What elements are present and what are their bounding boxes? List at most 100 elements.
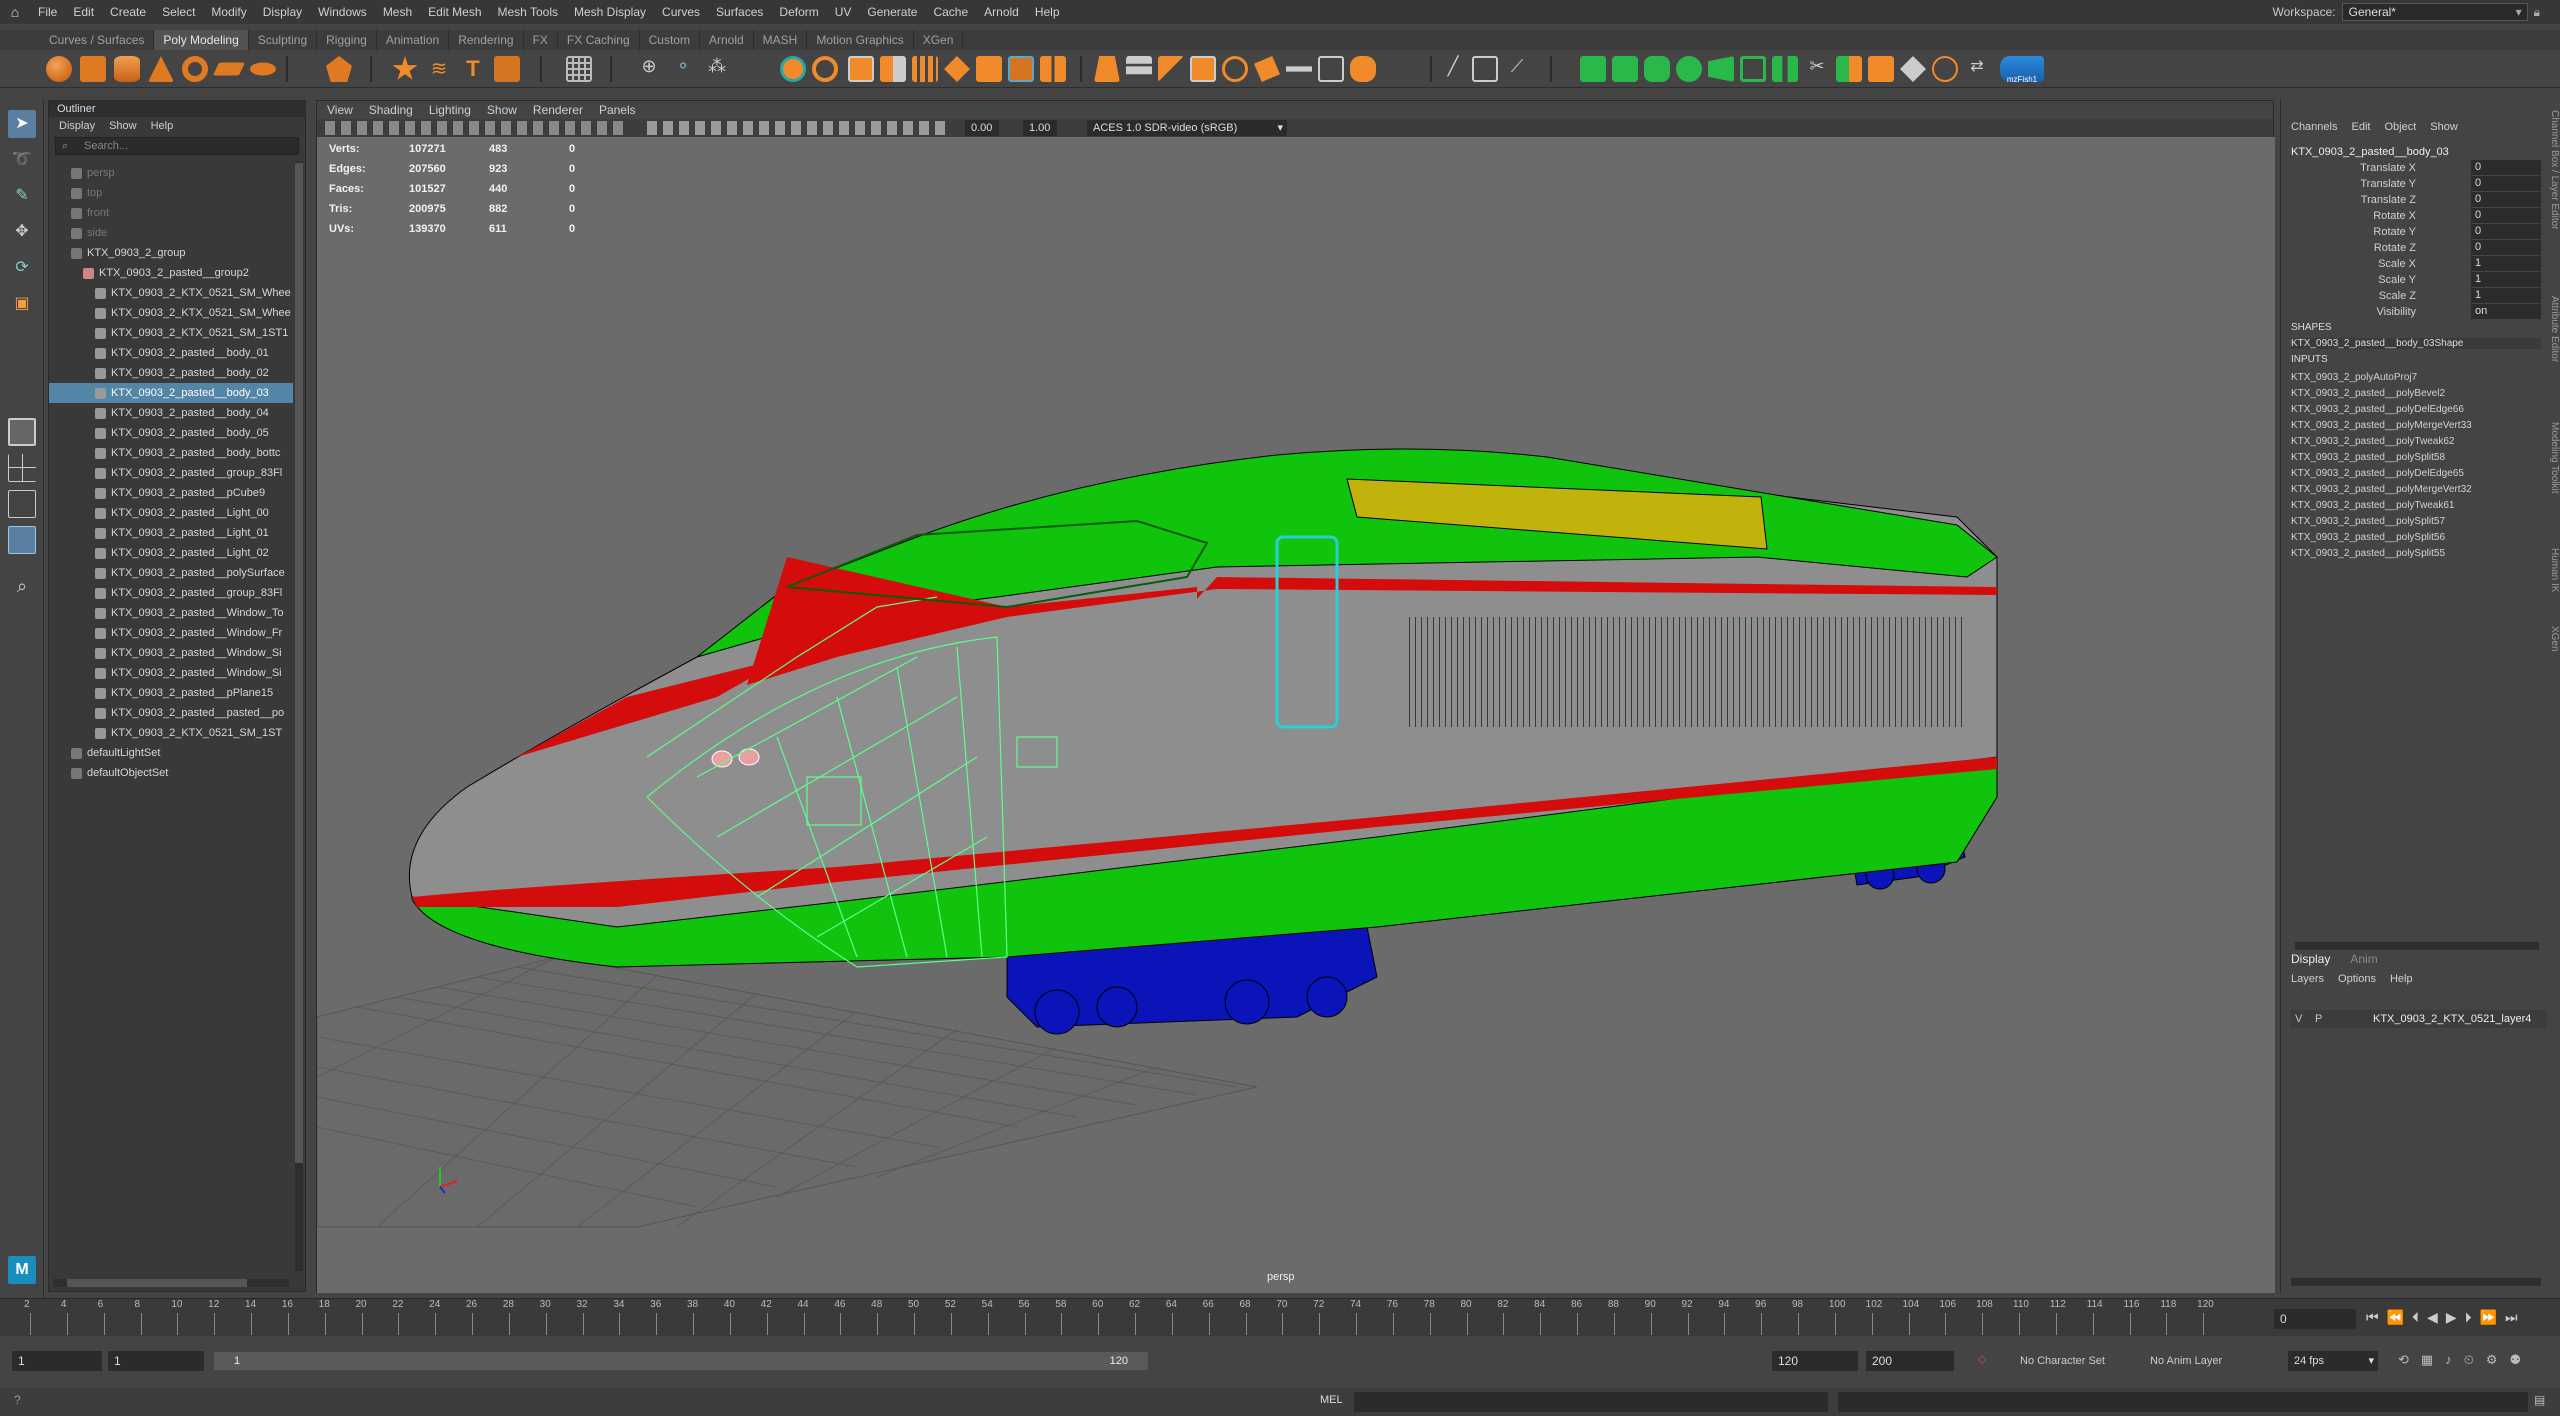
- shelf-tab-custom[interactable]: Custom: [640, 30, 700, 50]
- channel-value-field[interactable]: 1: [2471, 256, 2541, 271]
- outliner-item[interactable]: KTX_0903_2_pasted__Window_Si: [49, 643, 293, 663]
- input-node[interactable]: KTX_0903_2_polyAutoProj7: [2291, 370, 2417, 386]
- fill-hole-icon[interactable]: [912, 56, 938, 82]
- combine-icon[interactable]: ⊕: [636, 56, 662, 82]
- scale-tool-icon[interactable]: ▣: [8, 290, 36, 318]
- outliner-item[interactable]: persp: [49, 163, 293, 183]
- viewport-menu-show[interactable]: Show: [487, 101, 517, 119]
- 3d-viewport[interactable]: Verts: 107271 483 0 Edges: 207560 923 0 Faces: 10…: [317, 137, 2275, 1293]
- outliner-item[interactable]: KTX_0903_2_pasted__Window_To: [49, 603, 293, 623]
- channel-row[interactable]: Scale Y 1: [2281, 272, 2541, 288]
- uv-auto-icon[interactable]: [1708, 56, 1734, 82]
- outliner-item[interactable]: top: [49, 183, 293, 203]
- layout-icon[interactable]: [8, 490, 36, 518]
- uv-orient-icon[interactable]: [1868, 56, 1894, 82]
- go-end-icon[interactable]: ⏭: [2505, 1309, 2518, 1329]
- menu-mesh-display[interactable]: Mesh Display: [566, 0, 654, 24]
- channel-value-field[interactable]: 1: [2471, 272, 2541, 287]
- outliner-item[interactable]: defaultObjectSet: [49, 763, 293, 783]
- shape-name[interactable]: KTX_0903_2_pasted__body_03Shape: [2291, 338, 2541, 349]
- shelf-tab-motion-graphics[interactable]: Motion Graphics: [807, 30, 914, 50]
- start-frame-field[interactable]: 1: [12, 1351, 102, 1371]
- poly-cube-icon[interactable]: [80, 56, 106, 82]
- quadrangulate-icon[interactable]: [1190, 56, 1216, 82]
- outliner-menu-show[interactable]: Show: [109, 120, 137, 132]
- shelf-tab-poly-modeling[interactable]: Poly Modeling: [154, 30, 249, 50]
- channelbox-scroll[interactable]: [2295, 942, 2539, 950]
- layer-tab-display[interactable]: Display: [2291, 952, 2330, 970]
- menu-curves[interactable]: Curves: [654, 0, 708, 24]
- channel-row[interactable]: Visibility on: [2281, 304, 2541, 320]
- menu-generate[interactable]: Generate: [859, 0, 925, 24]
- outliner-scrollbar[interactable]: [295, 161, 303, 1271]
- outliner-item[interactable]: KTX_0903_2_pasted__body_bottc: [49, 443, 293, 463]
- layer-playback[interactable]: P: [2315, 1010, 2322, 1028]
- channel-value-field[interactable]: 0: [2471, 208, 2541, 223]
- collapse-icon[interactable]: [1286, 66, 1312, 72]
- menu-cache[interactable]: Cache: [925, 0, 976, 24]
- end-frame-field[interactable]: 200: [1866, 1351, 1954, 1371]
- channel-value-field[interactable]: 0: [2471, 192, 2541, 207]
- outliner-item[interactable]: KTX_0903_2_pasted__group2: [49, 263, 293, 283]
- menu-mesh-tools[interactable]: Mesh Tools: [490, 0, 566, 24]
- anim-layer-select[interactable]: No Anim Layer: [2150, 1351, 2280, 1371]
- outliner-item[interactable]: KTX_0903_2_pasted__Window_Fr: [49, 623, 293, 643]
- input-node[interactable]: KTX_0903_2_pasted__polyDelEdge66: [2291, 402, 2464, 418]
- input-node[interactable]: KTX_0903_2_pasted__polySplit56: [2291, 530, 2445, 546]
- playback-end-field[interactable]: 120: [1772, 1351, 1858, 1371]
- poly-sphere-icon[interactable]: [46, 56, 72, 82]
- input-node[interactable]: KTX_0903_2_pasted__polySplit57: [2291, 514, 2445, 530]
- layer-hscroll[interactable]: [2291, 1278, 2541, 1286]
- sweep-icon[interactable]: ≋: [426, 56, 452, 82]
- channel-row[interactable]: Translate X 0: [2281, 160, 2541, 176]
- layer-row[interactable]: V P KTX_0903_2_KTX_0521_layer4: [2291, 1010, 2547, 1028]
- menu-file[interactable]: File: [30, 0, 65, 24]
- shelf-tab-rigging[interactable]: Rigging: [317, 30, 377, 50]
- sound-icon[interactable]: ♪: [2445, 1352, 2452, 1368]
- channel-row[interactable]: Rotate Z 0: [2281, 240, 2541, 256]
- poly-cone-icon[interactable]: [148, 56, 174, 82]
- layer-tab-anim[interactable]: Anim: [2350, 952, 2377, 970]
- viewport-menu-view[interactable]: View: [327, 101, 353, 119]
- outliner-item[interactable]: KTX_0903_2_pasted__body_02: [49, 363, 293, 383]
- outliner-item[interactable]: KTX_0903_2_KTX_0521_SM_1ST1: [49, 323, 293, 343]
- poly-platonic-icon[interactable]: [326, 56, 352, 82]
- range-bar[interactable]: 1 120: [214, 1352, 1148, 1370]
- settings-icon[interactable]: ⚙: [2486, 1352, 2498, 1368]
- outliner-item[interactable]: side: [49, 223, 293, 243]
- colorspace-select[interactable]: ACES 1.0 SDR-video (sRGB) ▾: [1087, 120, 1287, 136]
- script-editor-icon[interactable]: ▤: [2534, 1393, 2545, 1407]
- side-tab[interactable]: Attribute Editor: [2549, 296, 2560, 362]
- input-node[interactable]: KTX_0903_2_pasted__polyDelEdge65: [2291, 466, 2464, 482]
- poke-icon[interactable]: [1350, 56, 1376, 82]
- outliner-item[interactable]: KTX_0903_2_pasted__Light_00: [49, 503, 293, 523]
- channel-value-field[interactable]: 0: [2471, 240, 2541, 255]
- move-tool-icon[interactable]: ✥: [8, 218, 36, 246]
- channel-row[interactable]: Rotate X 0: [2281, 208, 2541, 224]
- cleanup-icon[interactable]: [1126, 56, 1152, 75]
- type-icon[interactable]: T: [460, 56, 486, 82]
- side-tab[interactable]: Channel Box / Layer Editor: [2549, 110, 2560, 230]
- outliner-menu-help[interactable]: Help: [151, 120, 174, 132]
- maya-home-icon[interactable]: ⌂: [0, 4, 30, 20]
- poly-disc-icon[interactable]: [250, 62, 276, 76]
- separate-icon[interactable]: ⚬: [670, 56, 696, 82]
- channel-row[interactable]: Rotate Y 0: [2281, 224, 2541, 240]
- four-view-icon[interactable]: [8, 454, 36, 482]
- input-node[interactable]: KTX_0903_2_pasted__polyBevel2: [2291, 386, 2445, 402]
- channelbox-menu-edit[interactable]: Edit: [2351, 121, 2370, 133]
- channel-value-field[interactable]: 1: [2471, 288, 2541, 303]
- uv-planar-icon[interactable]: [1612, 56, 1638, 82]
- go-start-icon[interactable]: ⏮: [2366, 1309, 2379, 1329]
- outliner-item[interactable]: KTX_0903_2_KTX_0521_SM_1ST: [49, 723, 293, 743]
- zoom-icon[interactable]: ⌕: [8, 572, 36, 600]
- shelf-tab-fx-caching[interactable]: FX Caching: [558, 30, 640, 50]
- input-node[interactable]: KTX_0903_2_pasted__polyMergeVert32: [2291, 482, 2472, 498]
- outliner-menu-display[interactable]: Display: [59, 120, 95, 132]
- channel-value-field[interactable]: 0: [2471, 176, 2541, 191]
- menu-help[interactable]: Help: [1027, 0, 1068, 24]
- merge-icon[interactable]: [976, 56, 1002, 82]
- side-tab[interactable]: XGen: [2549, 626, 2560, 652]
- knife-icon[interactable]: ╱: [1440, 56, 1466, 82]
- slide-edge-icon[interactable]: ⟋: [1504, 56, 1530, 82]
